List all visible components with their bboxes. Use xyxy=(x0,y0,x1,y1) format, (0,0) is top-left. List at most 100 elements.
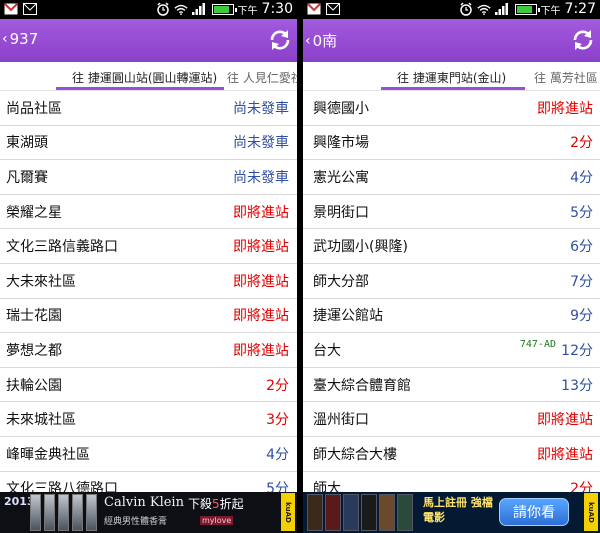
stop-name: 夢想之都 xyxy=(6,342,62,359)
arrival-status: 5分 xyxy=(570,204,593,221)
arrival-status: 即將進站 xyxy=(537,446,593,463)
stop-row[interactable]: 興隆市場 2分 xyxy=(303,126,600,161)
stop-row[interactable]: 台大 747-AD 12分 xyxy=(303,333,600,368)
arrival-status: 尚未發車 xyxy=(233,100,289,117)
bus-plate: 747-AD xyxy=(519,339,556,351)
stop-name: 東湖頭 xyxy=(6,135,48,152)
stop-name: 捷運公館站 xyxy=(313,308,383,325)
gmail-icon xyxy=(307,2,321,16)
stop-row[interactable]: 師大綜合大樓 即將進站 xyxy=(303,437,600,472)
arrival-status: 4分 xyxy=(266,446,289,463)
tab-direction-other[interactable]: 往 萬芳社區 xyxy=(534,69,598,86)
stop-row[interactable]: 興德國小 即將進站 xyxy=(303,91,600,126)
arrival-status: 6分 xyxy=(570,239,593,256)
app-header: ‹ 937 xyxy=(0,19,297,62)
stop-row[interactable]: 臺大綜合體育館 13分 xyxy=(303,368,600,403)
arrival-status: 4分 xyxy=(570,169,593,186)
arrival-status: 即將進站 xyxy=(537,412,593,429)
stop-name: 瑞士花園 xyxy=(6,308,62,325)
arrival-status: 2分 xyxy=(570,135,593,152)
stop-row[interactable]: 榮耀之星 即將進站 xyxy=(0,195,297,230)
stop-name: 景明街口 xyxy=(313,204,369,221)
wifi-icon xyxy=(173,2,188,16)
stop-name: 大未來社區 xyxy=(6,273,76,290)
stop-row[interactable]: 溫州街口 即將進站 xyxy=(303,402,600,437)
stop-list: 興德國小 即將進站 興隆市場 2分 憲光公寓 4分 景明街口 5分 武功國小(興隆) 6分 師大分部… xyxy=(303,91,600,507)
active-tab-indicator xyxy=(56,87,224,90)
route-number: 0南 xyxy=(312,32,338,50)
stop-row[interactable]: 文化三路信義路口 即將進站 xyxy=(0,229,297,264)
battery-icon xyxy=(211,3,237,15)
arrival-status: 即將進站 xyxy=(233,273,289,290)
ad-brand: Calvin Klein xyxy=(104,495,184,510)
mail-icon xyxy=(23,2,37,16)
stop-row[interactable]: 景明街口 5分 xyxy=(303,195,600,230)
tab-direction-active[interactable]: 往 捷運圓山站(圓山轉運站) xyxy=(72,69,217,86)
stop-row[interactable]: 捷運公館站 9分 xyxy=(303,299,600,334)
status-time: 7:27 xyxy=(564,1,596,17)
route-number: 937 xyxy=(9,30,39,48)
tab-direction-other[interactable]: 往 人見仁愛社 xyxy=(227,69,297,86)
status-time: 7:30 xyxy=(261,1,293,17)
stop-name: 扶輪公園 xyxy=(6,377,62,394)
arrival-status: 即將進站 xyxy=(233,342,289,359)
arrival-status: 12分 xyxy=(561,342,593,359)
stop-row[interactable]: 未來城社區 3分 xyxy=(0,402,297,437)
stop-row[interactable]: 師大分部 7分 xyxy=(303,264,600,299)
stop-row[interactable]: 憲光公寓 4分 xyxy=(303,160,600,195)
stop-name: 凡爾賽 xyxy=(6,169,48,186)
stop-name: 師大綜合大樓 xyxy=(313,446,397,463)
stop-name: 臺大綜合體育館 xyxy=(313,377,411,394)
stop-name: 溫州街口 xyxy=(313,412,369,429)
arrival-status: 13分 xyxy=(561,377,593,394)
ad-movie-posters xyxy=(307,494,413,531)
refresh-button[interactable] xyxy=(268,28,292,52)
mail-icon xyxy=(326,2,340,16)
stop-row[interactable]: 夢想之都 即將進站 xyxy=(0,333,297,368)
stop-name: 武功國小(興隆) xyxy=(313,239,408,256)
back-button[interactable]: ‹ 0南 xyxy=(305,30,337,51)
arrival-status: 2分 xyxy=(266,377,289,394)
ad-network-logo: kuAD xyxy=(281,493,295,531)
chevron-left-icon: ‹ xyxy=(305,32,311,49)
stop-name: 興德國小 xyxy=(313,100,369,117)
stop-name: 尚品社區 xyxy=(6,100,62,117)
active-tab-indicator xyxy=(381,87,525,90)
status-bar: 下午 7:27 xyxy=(303,0,600,19)
chevron-left-icon: ‹ xyxy=(2,31,8,47)
alarm-icon xyxy=(459,2,473,16)
back-button[interactable]: ‹ 937 xyxy=(2,30,38,48)
stop-row[interactable]: 峰暉金典社區 4分 xyxy=(0,437,297,472)
stop-name: 文化三路信義路口 xyxy=(6,239,118,256)
arrival-status: 即將進站 xyxy=(537,100,593,117)
stop-row[interactable]: 大未來社區 即將進站 xyxy=(0,264,297,299)
direction-tabs: 往 捷運圓山站(圓山轉運站) 往 人見仁愛社 xyxy=(0,62,297,91)
ad-banner[interactable]: 馬上註冊 強檔電影 請你看 kuAD xyxy=(303,492,600,533)
stop-row[interactable]: 武功國小(興隆) 6分 xyxy=(303,229,600,264)
ad-banner[interactable]: 2013 Calvin Klein 下殺5折起 經典男性體香膏 mylove k… xyxy=(0,492,297,533)
stop-name: 興隆市場 xyxy=(313,135,369,152)
stop-row[interactable]: 瑞士花園 即將進站 xyxy=(0,299,297,334)
arrival-status: 尚未發車 xyxy=(233,169,289,186)
gmail-icon xyxy=(4,2,18,16)
ad-cta-button[interactable]: 請你看 xyxy=(499,498,569,526)
ad-product-image xyxy=(30,494,97,531)
status-bar: 下午 7:30 xyxy=(0,0,297,19)
tab-direction-active[interactable]: 往 捷運東門站(金山) xyxy=(397,69,506,86)
left-screen: 下午 7:30 ‹ 937 往 捷運圓山站(圓山轉運站) 往 人見仁愛社 尚品社… xyxy=(0,0,297,533)
arrival-status: 即將進站 xyxy=(233,239,289,256)
stop-row[interactable]: 凡爾賽 尚未發車 xyxy=(0,160,297,195)
stop-row[interactable]: 東湖頭 尚未發車 xyxy=(0,126,297,161)
right-screen: 下午 7:27 ‹ 0南 往 捷運東門站(金山) 往 萬芳社區 興德國小 即將進站… xyxy=(303,0,600,533)
stop-name: 台大 xyxy=(313,342,341,359)
refresh-icon xyxy=(270,30,290,50)
signal-icon xyxy=(494,2,509,16)
status-period: 下午 xyxy=(540,5,561,17)
stop-row[interactable]: 扶輪公園 2分 xyxy=(0,368,297,403)
signal-icon xyxy=(191,2,206,16)
arrival-status: 9分 xyxy=(570,308,593,325)
ad-subtitle: 經典男性體香膏 xyxy=(104,517,168,527)
stop-name: 峰暉金典社區 xyxy=(6,446,90,463)
refresh-button[interactable] xyxy=(571,28,595,52)
stop-row[interactable]: 尚品社區 尚未發車 xyxy=(0,91,297,126)
